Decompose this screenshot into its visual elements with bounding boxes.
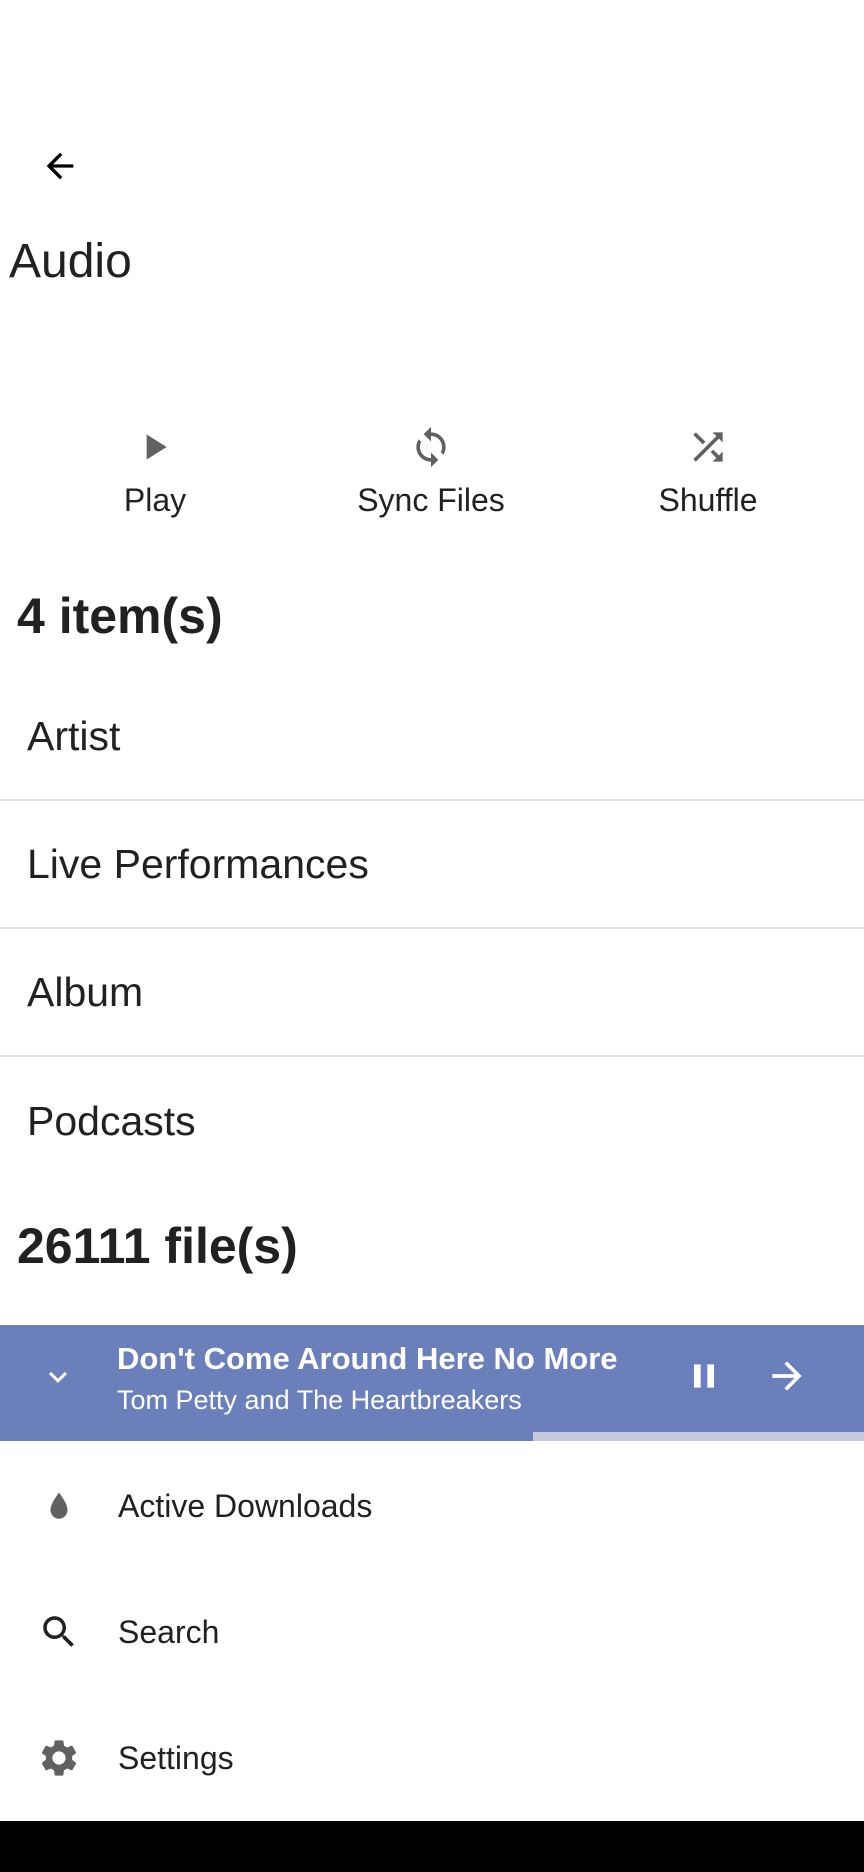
next-button[interactable]	[754, 1345, 820, 1411]
drop-icon	[0, 1487, 118, 1525]
back-button[interactable]	[28, 136, 92, 200]
system-navigation-bar	[0, 1821, 864, 1872]
list-item-album[interactable]: Album	[0, 929, 864, 1057]
now-playing-bar[interactable]: Don't Come Around Here No More Tom Petty…	[0, 1325, 864, 1432]
nav-item-label: Search	[118, 1613, 220, 1650]
list-item-label: Live Performances	[27, 840, 369, 887]
search-icon	[0, 1611, 118, 1653]
list-item-live-performances[interactable]: Live Performances	[0, 801, 864, 929]
play-icon	[133, 425, 177, 469]
playback-progress-bar[interactable]	[0, 1432, 864, 1441]
pause-button[interactable]	[671, 1345, 737, 1411]
play-button[interactable]: Play	[30, 425, 280, 540]
shuffle-label: Shuffle	[658, 482, 758, 518]
play-label: Play	[123, 482, 187, 518]
gear-icon	[0, 1736, 118, 1780]
collapse-button[interactable]	[26, 1347, 90, 1411]
nav-item-active-downloads[interactable]: Active Downloads	[0, 1443, 864, 1569]
playback-progress-fill	[0, 1432, 534, 1441]
list-item-artist[interactable]: Artist	[0, 673, 864, 801]
nav-item-label: Active Downloads	[118, 1487, 373, 1524]
arrow-forward-icon	[765, 1354, 809, 1403]
pause-icon	[684, 1356, 724, 1401]
shuffle-button[interactable]: Shuffle	[583, 425, 833, 540]
sync-files-button[interactable]: Sync Files	[306, 425, 556, 540]
nav-item-label: Settings	[118, 1739, 234, 1776]
arrow-back-icon	[40, 146, 80, 191]
files-count-heading: 26111 file(s)	[17, 1218, 298, 1274]
sync-files-label: Sync Files	[357, 482, 505, 518]
page-title: Audio	[9, 235, 132, 288]
category-list: Artist Live Performances Album Podcasts	[0, 673, 864, 1185]
nav-item-settings[interactable]: Settings	[0, 1695, 864, 1821]
now-playing-title: Don't Come Around Here No More	[117, 1341, 618, 1376]
list-item-label: Artist	[27, 712, 121, 759]
items-count-heading: 4 item(s)	[17, 588, 223, 644]
list-item-podcasts[interactable]: Podcasts	[0, 1057, 864, 1185]
list-item-label: Album	[27, 968, 144, 1015]
shuffle-icon	[686, 425, 730, 469]
sync-icon	[409, 425, 453, 469]
list-item-label: Podcasts	[27, 1097, 196, 1144]
now-playing-artist: Tom Petty and The Heartbreakers	[117, 1385, 522, 1415]
chevron-down-icon	[40, 1359, 76, 1400]
nav-item-search[interactable]: Search	[0, 1569, 864, 1695]
